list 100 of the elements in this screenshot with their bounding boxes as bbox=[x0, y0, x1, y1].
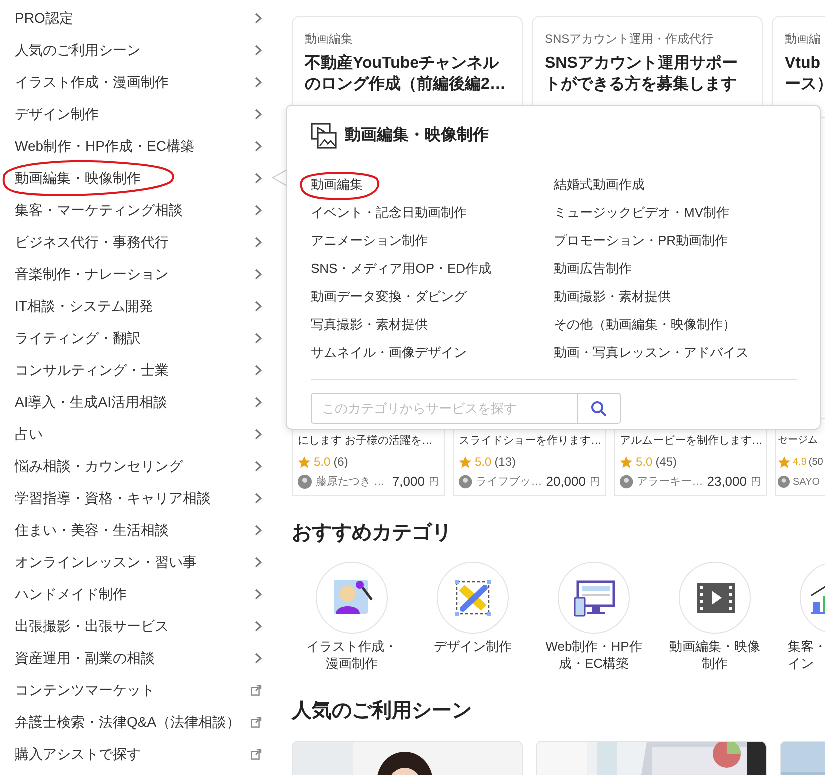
subcategory-link[interactable]: 動画データ変換・ダビング bbox=[311, 287, 467, 307]
service-title: SNSアカウント運用サポー トができる方を募集します bbox=[545, 54, 739, 95]
chevron-icon bbox=[255, 588, 262, 600]
external-link-icon bbox=[251, 684, 262, 696]
subcategory-link[interactable]: 結婚式動画作成 bbox=[554, 175, 645, 195]
category-label: デザイン制作 bbox=[434, 638, 512, 655]
star-icon bbox=[298, 456, 311, 468]
sidebar-item[interactable]: ハンドメイド制作 bbox=[0, 578, 270, 610]
chevron-icon bbox=[255, 428, 262, 440]
review-count: (6) bbox=[334, 454, 348, 471]
subcategory-link[interactable]: SNS・メディア用OP・ED作成 bbox=[311, 259, 492, 279]
chevron-icon bbox=[255, 44, 262, 56]
subcategory-link[interactable]: サムネイル・画像デザイン bbox=[311, 343, 467, 363]
category-button[interactable] bbox=[316, 562, 388, 634]
category-label: 動画編集・映像 制作 bbox=[670, 638, 760, 672]
subcategory-link[interactable]: その他（動画編集・映像制作） bbox=[554, 315, 736, 335]
seller-name: SAYO bbox=[793, 476, 820, 490]
service-title: スライドショーを作ります… bbox=[459, 434, 600, 449]
chevron-icon bbox=[255, 140, 262, 152]
subcategory-link[interactable]: 動画・写真レッスン・アドバイス bbox=[554, 343, 749, 363]
sidebar-item[interactable]: デザイン制作 bbox=[0, 98, 270, 130]
avatar-icon bbox=[620, 475, 634, 489]
currency-label: 円 bbox=[590, 476, 600, 490]
star-icon bbox=[778, 456, 791, 468]
price: 7,000 bbox=[392, 473, 425, 492]
chevron-icon bbox=[255, 12, 262, 24]
subcategory-link[interactable]: アニメーション制作 bbox=[311, 231, 428, 251]
category-button[interactable] bbox=[558, 562, 630, 634]
subcategory-link[interactable]: イベント・記念日動画制作 bbox=[311, 203, 467, 223]
sidebar-item[interactable]: 住まい・美容・生活相談 bbox=[0, 514, 270, 546]
chevron-icon bbox=[255, 76, 262, 88]
category-label: イラスト作成・ 漫画制作 bbox=[306, 638, 398, 672]
category-label: Web制作・HP作 成・EC構築 bbox=[546, 638, 642, 672]
review-count: (50 bbox=[808, 456, 824, 470]
chevron-icon bbox=[255, 300, 262, 312]
currency-label: 円 bbox=[751, 476, 761, 490]
chevron-icon bbox=[255, 204, 262, 216]
star-icon bbox=[620, 456, 633, 468]
chevron-icon bbox=[255, 396, 262, 408]
chevron-icon bbox=[255, 492, 262, 504]
sidebar-item[interactable]: ライティング・翻訳 bbox=[0, 322, 270, 354]
section-heading: 人気のご利用シーン bbox=[292, 699, 473, 724]
category-label: 動画編集 bbox=[305, 31, 354, 47]
seller-name: アラーキー… bbox=[637, 474, 704, 490]
chevron-icon bbox=[255, 364, 262, 376]
rating-value: 5.0 bbox=[314, 454, 331, 471]
subcategory-link[interactable]: 写真撮影・素材提供 bbox=[311, 315, 428, 335]
chevron-icon bbox=[255, 236, 262, 248]
sidebar-item[interactable]: 学習指導・資格・キャリア相談 bbox=[0, 482, 270, 514]
price: 23,000 bbox=[707, 473, 747, 492]
service-title: Vtub ース） bbox=[785, 54, 825, 95]
search-icon bbox=[591, 400, 607, 416]
review-count: (13) bbox=[494, 454, 516, 471]
rating-value: 5.0 bbox=[475, 454, 492, 471]
sidebar-item[interactable]: コンテンツマーケット bbox=[0, 674, 270, 706]
sidebar-item[interactable]: AI導入・生成AI活用相談 bbox=[0, 386, 270, 418]
subcategory-link[interactable]: 動画広告制作 bbox=[554, 259, 632, 279]
sidebar-item[interactable]: 弁護士検索・法律Q&A（法律相談） bbox=[0, 706, 270, 738]
avatar-icon bbox=[459, 475, 472, 489]
sidebar-item[interactable]: 音楽制作・ナレーション bbox=[0, 258, 270, 290]
search-button[interactable] bbox=[578, 393, 621, 424]
chevron-icon bbox=[255, 524, 262, 536]
subcategory-link[interactable]: ミュージックビデオ・MV制作 bbox=[554, 203, 730, 223]
chevron-icon bbox=[255, 652, 262, 664]
chevron-icon bbox=[255, 268, 262, 280]
sidebar-item[interactable]: IT相談・システム開発 bbox=[0, 290, 270, 322]
sidebar-item[interactable]: PRO認定 bbox=[0, 2, 270, 34]
chevron-icon bbox=[255, 332, 262, 344]
sidebar-item[interactable]: イラスト作成・漫画制作 bbox=[0, 66, 270, 98]
sidebar-item[interactable]: オンラインレッスン・習い事 bbox=[0, 546, 270, 578]
search-field[interactable]: このカテゴリからサービスを探す bbox=[311, 393, 578, 424]
rating-value: 4.9 bbox=[793, 456, 807, 470]
category-label: 集客・ イン bbox=[787, 638, 825, 672]
sidebar-item[interactable]: 集客・マーケティング相談 bbox=[0, 194, 270, 226]
external-link-icon bbox=[251, 716, 262, 728]
price: 20,000 bbox=[546, 473, 586, 492]
section-heading: おすすめカテゴリ bbox=[292, 521, 453, 546]
category-button[interactable] bbox=[679, 562, 751, 634]
chevron-icon bbox=[255, 172, 262, 184]
avatar-icon bbox=[778, 476, 790, 488]
category-label: SNSアカウント運用・作成代行 bbox=[545, 31, 715, 47]
rating-value: 5.0 bbox=[636, 454, 653, 471]
seller-name: ライフブッ… bbox=[476, 474, 542, 490]
popover-title: 動画編集・映像制作 bbox=[345, 126, 489, 146]
sidebar-item[interactable]: 購入アシストで探す bbox=[0, 738, 270, 770]
subcategory-link[interactable]: プロモーション・PR動画制作 bbox=[554, 231, 728, 251]
sidebar-item[interactable]: 資産運用・副業の相談 bbox=[0, 642, 270, 674]
category-button[interactable] bbox=[437, 562, 509, 634]
star-icon bbox=[459, 456, 472, 468]
sidebar-item[interactable]: 占い bbox=[0, 418, 270, 450]
sidebar-item[interactable]: ビジネス代行・事務代行 bbox=[0, 226, 270, 258]
sidebar-item[interactable]: Web制作・HP作成・EC構築 bbox=[0, 130, 270, 162]
sidebar-item[interactable]: 悩み相談・カウンセリング bbox=[0, 450, 270, 482]
sidebar-item[interactable]: 人気のご利用シーン bbox=[0, 34, 270, 66]
sidebar-item[interactable]: コンサルティング・士業 bbox=[0, 354, 270, 386]
sidebar-item[interactable]: 出張撮影・出張サービス bbox=[0, 610, 270, 642]
subcategory-link[interactable]: 動画撮影・素材提供 bbox=[554, 287, 671, 307]
chevron-icon bbox=[255, 620, 262, 632]
service-title: にします お子様の活躍を… bbox=[298, 434, 434, 449]
service-title: 不動産YouTubeチャンネル のロング作成（前編後編2… bbox=[305, 53, 507, 95]
